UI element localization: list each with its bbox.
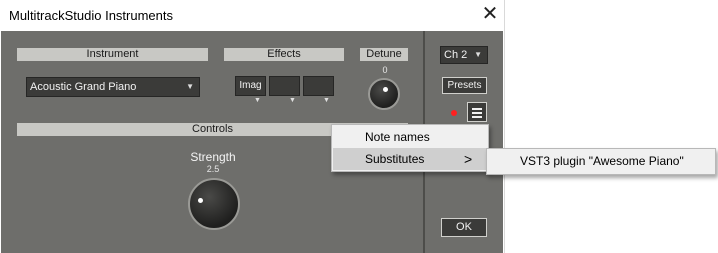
submenu-item-vst3-plugin[interactable]: VST3 plugin "Awesome Piano" [520, 154, 684, 168]
channel-select[interactable]: Ch 2 ▼ [440, 46, 488, 64]
effect-slot-3-arrow-icon[interactable]: ▼ [323, 97, 330, 104]
detune-value: 0 [382, 65, 388, 75]
instrument-select[interactable]: Acoustic Grand Piano ▼ [26, 77, 200, 97]
menu-item-note-names[interactable]: Note names [333, 126, 487, 148]
detune-knob-indicator [383, 87, 388, 92]
instrument-select-value: Acoustic Grand Piano [30, 81, 137, 93]
presets-button[interactable]: Presets [442, 77, 487, 94]
effect-slot-3[interactable] [303, 76, 334, 96]
effect-slot-2-arrow-icon[interactable]: ▼ [289, 97, 296, 104]
menu-item-label: Substitutes [365, 152, 425, 166]
instrument-header: Instrument [17, 48, 208, 61]
menu-item-substitutes[interactable]: Substitutes > [333, 148, 487, 170]
detune-header: Detune [360, 48, 408, 61]
context-menu: Note names Substitutes > [331, 124, 489, 172]
strength-knob[interactable] [188, 178, 240, 230]
record-indicator-icon [451, 110, 457, 116]
menu-item-label: Note names [365, 130, 430, 144]
title-bar: MultitrackStudio Instruments ✕ [0, 0, 504, 31]
close-icon[interactable]: ✕ [480, 3, 500, 25]
effect-slot-1[interactable]: Imag [235, 76, 266, 96]
menu-icon[interactable] [467, 102, 487, 122]
channel-select-value: Ch 2 [444, 49, 468, 61]
ok-button[interactable]: OK [441, 218, 487, 237]
strength-knob-indicator [198, 198, 203, 203]
detune-knob[interactable] [368, 78, 400, 110]
dropdown-arrow-icon: ▼ [186, 82, 194, 91]
effect-slot-1-arrow-icon[interactable]: ▼ [254, 97, 261, 104]
effects-header: Effects [224, 48, 344, 61]
strength-label: Strength [190, 150, 236, 164]
dropdown-arrow-icon: ▼ [474, 50, 482, 59]
strength-value: 2.5 [206, 164, 220, 174]
chevron-right-icon: > [464, 151, 473, 167]
effect-slot-2[interactable] [269, 76, 300, 96]
substitutes-submenu: VST3 plugin "Awesome Piano" [486, 148, 716, 175]
window-title: MultitrackStudio Instruments [9, 8, 174, 23]
